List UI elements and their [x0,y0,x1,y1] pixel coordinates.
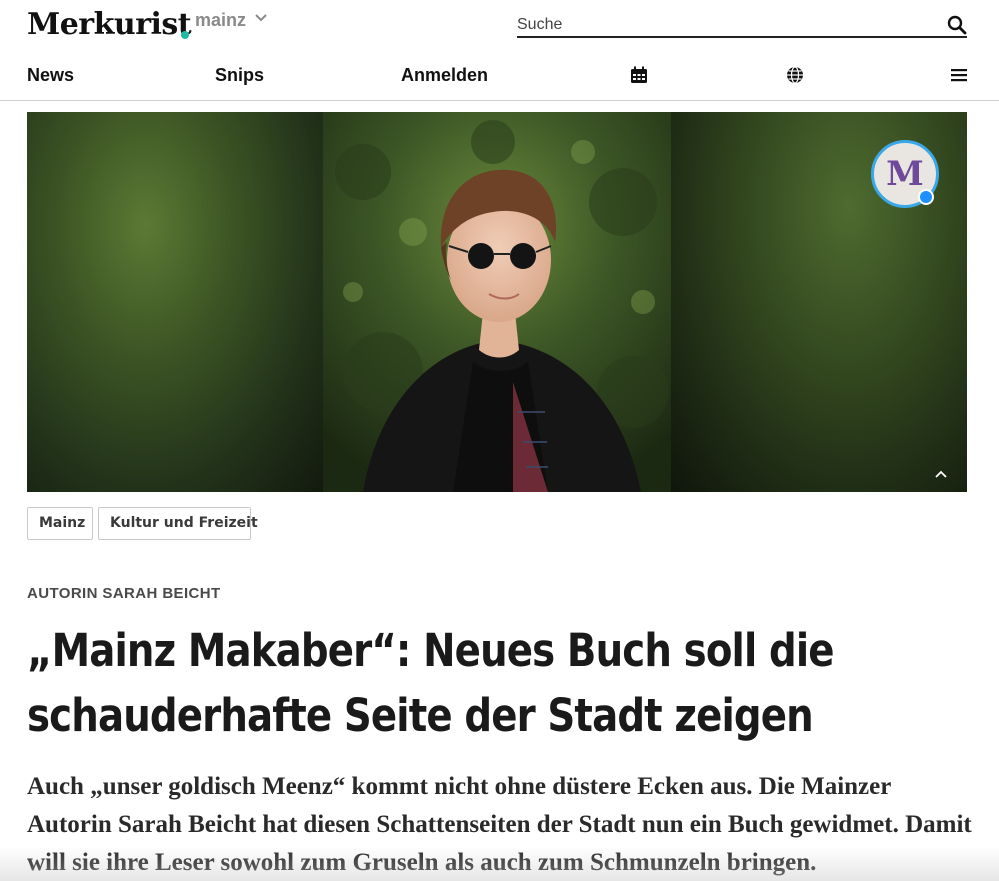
globe-icon[interactable] [786,66,804,84]
city-selector-label[interactable]: mainz [195,9,246,31]
author-portrait-photo [323,112,671,492]
search-bar [517,12,967,38]
menu-icon[interactable] [950,66,968,84]
nav-news[interactable]: News [27,64,74,86]
status-dot [918,189,934,205]
hero-blurred-background-left [27,112,323,492]
article-kicker: AUTORIN SARAH BEICHT [27,585,221,602]
tag-kultur-und-freizeit[interactable]: Kultur und Freizeit [98,507,258,540]
calendar-icon[interactable] [630,66,648,84]
hero-image: M [27,112,967,492]
tag-mainz[interactable]: Mainz [27,507,93,540]
article-headline: „Mainz Makaber“: Neues Buch soll die sch… [27,624,834,742]
chevron-down-icon[interactable] [254,11,268,25]
logo-dot [181,31,189,39]
brand-avatar-badge[interactable]: M [871,140,939,208]
site-logo[interactable]: Merkurist [27,6,192,44]
search-icon[interactable] [947,15,967,35]
search-input[interactable] [517,14,937,36]
nav-login[interactable]: Anmelden [401,64,488,86]
nav-snips[interactable]: Snips [215,64,264,86]
site-header: Merkurist mainz News Snips Anmelden [0,0,999,101]
article-lead: Auch „unser goldisch Meenz“ kommt nicht … [27,773,972,876]
chevron-up-icon[interactable] [933,468,949,480]
